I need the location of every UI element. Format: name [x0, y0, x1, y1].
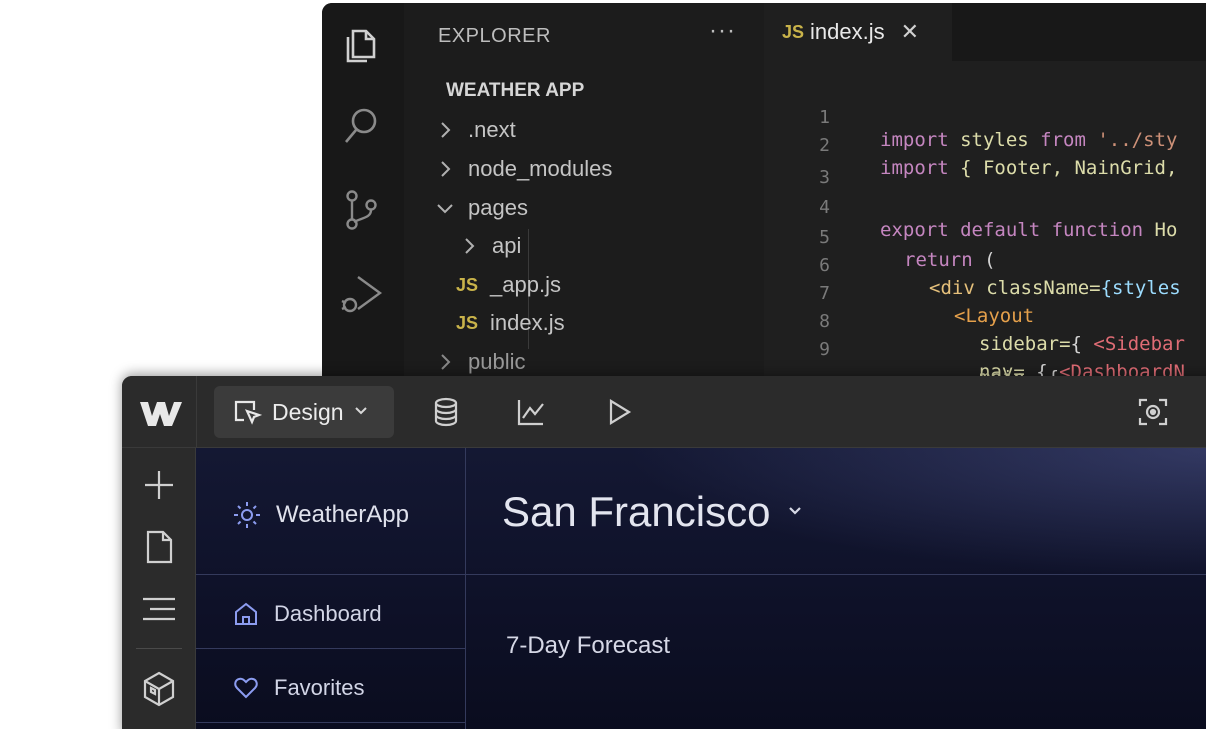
nav-item-favorites[interactable]: Favorites	[232, 674, 364, 702]
home-icon	[235, 602, 257, 625]
more-actions-icon[interactable]: ···	[709, 17, 736, 45]
nav-item-dashboard[interactable]: Dashboard	[232, 600, 382, 628]
app-brand-name: WeatherApp	[276, 501, 409, 528]
sun-icon	[234, 502, 260, 528]
tab-label: index.js	[810, 19, 885, 44]
analytics-icon[interactable]	[515, 396, 547, 428]
design-mode-label: Design	[272, 398, 344, 425]
header-divider	[466, 574, 1206, 575]
js-file-icon: JS	[456, 274, 479, 295]
navigator-icon[interactable]	[140, 590, 178, 628]
components-icon[interactable]	[140, 670, 178, 708]
editor-pane: JS index.js ✕ 1 import styles from '../s…	[764, 3, 1206, 383]
tab-index-js[interactable]: JS index.js ✕	[764, 3, 952, 61]
close-icon[interactable]: ✕	[901, 19, 919, 45]
tree-folder-next[interactable]: .next	[434, 115, 516, 145]
rail-divider	[136, 648, 182, 649]
forecast-heading: 7-Day Forecast	[506, 632, 671, 659]
tree-item-label: .next	[468, 117, 516, 142]
code-line: export default function Ho	[880, 219, 1178, 241]
tree-item-label: node_modules	[468, 156, 613, 181]
designer-toolbar: Design	[122, 376, 1206, 448]
city-selector[interactable]: San Francisco	[502, 488, 806, 536]
cursor-select-icon	[234, 400, 262, 425]
js-file-icon: JS	[456, 312, 479, 333]
code-line: <Layout	[954, 305, 1035, 327]
project-title[interactable]: WEATHER APP	[446, 80, 584, 102]
chevron-down-icon	[434, 197, 456, 219]
nav-label: Dashboard	[274, 601, 382, 626]
webflow-logo-icon[interactable]	[138, 396, 182, 428]
divider	[196, 648, 466, 649]
tree-item-label: api	[492, 233, 522, 258]
city-name: San Francisco	[502, 488, 771, 535]
tree-folder-pages[interactable]: pages	[434, 193, 528, 223]
run-debug-icon[interactable]	[338, 271, 384, 317]
tree-file-app-js[interactable]: JS _app.js	[456, 270, 561, 300]
chevron-down-icon	[352, 401, 380, 424]
app-brand[interactable]: WeatherApp	[232, 500, 409, 530]
chevron-right-icon	[434, 158, 456, 180]
design-canvas[interactable]: WeatherApp Dashboard Favorites San Franc…	[196, 448, 1206, 729]
tree-file-index-js[interactable]: JS index.js	[456, 308, 565, 338]
divider	[196, 722, 466, 723]
code-line: <div className={styles	[929, 277, 1181, 299]
chevron-down-icon	[784, 499, 806, 526]
explorer-panel: EXPLORER ··· WEATHER APP .next node_modu…	[404, 3, 764, 383]
chevron-right-icon	[458, 235, 480, 257]
heart-icon	[234, 677, 258, 699]
webflow-designer-window: Design WeatherApp Dashboard Favorites Sa…	[122, 376, 1206, 729]
tree-item-label: pages	[468, 195, 528, 220]
design-mode-button[interactable]: Design	[214, 386, 394, 438]
code-line: import styles from '../sty	[880, 129, 1178, 151]
files-icon[interactable]	[338, 21, 384, 67]
activity-bar	[322, 3, 404, 383]
chevron-right-icon	[434, 119, 456, 141]
nav-label: Favorites	[274, 675, 365, 700]
tree-item-label: public	[468, 349, 526, 374]
code-line: import { Footer, NainGrid,	[880, 157, 1178, 179]
code-line: return (	[904, 249, 996, 271]
source-control-icon[interactable]	[338, 187, 384, 233]
chevron-right-icon	[434, 351, 456, 373]
page-icon[interactable]	[140, 528, 178, 566]
code-line: sidebar={ <Sidebar	[979, 333, 1185, 355]
explorer-title: EXPLORER	[438, 25, 551, 47]
tree-folder-api[interactable]: api	[458, 231, 521, 261]
plus-icon[interactable]	[140, 466, 178, 504]
tree-folder-node-modules[interactable]: node_modules	[434, 154, 612, 184]
left-rail	[122, 448, 196, 729]
js-file-icon: JS	[782, 21, 805, 42]
tab-bar: JS index.js ✕	[764, 3, 1206, 61]
tree-item-label: _app.js	[490, 272, 561, 297]
screenshot-icon[interactable]	[1137, 396, 1169, 428]
code-editor-window: EXPLORER ··· WEATHER APP .next node_modu…	[322, 3, 1206, 383]
play-icon[interactable]	[603, 396, 635, 428]
divider	[196, 574, 466, 575]
toolbar-divider	[196, 376, 197, 448]
search-icon[interactable]	[338, 103, 384, 149]
database-icon[interactable]	[430, 396, 462, 428]
tree-item-label: index.js	[490, 310, 565, 335]
app-sidebar: WeatherApp Dashboard Favorites	[196, 448, 466, 729]
tree-folder-public[interactable]: public	[434, 347, 525, 377]
